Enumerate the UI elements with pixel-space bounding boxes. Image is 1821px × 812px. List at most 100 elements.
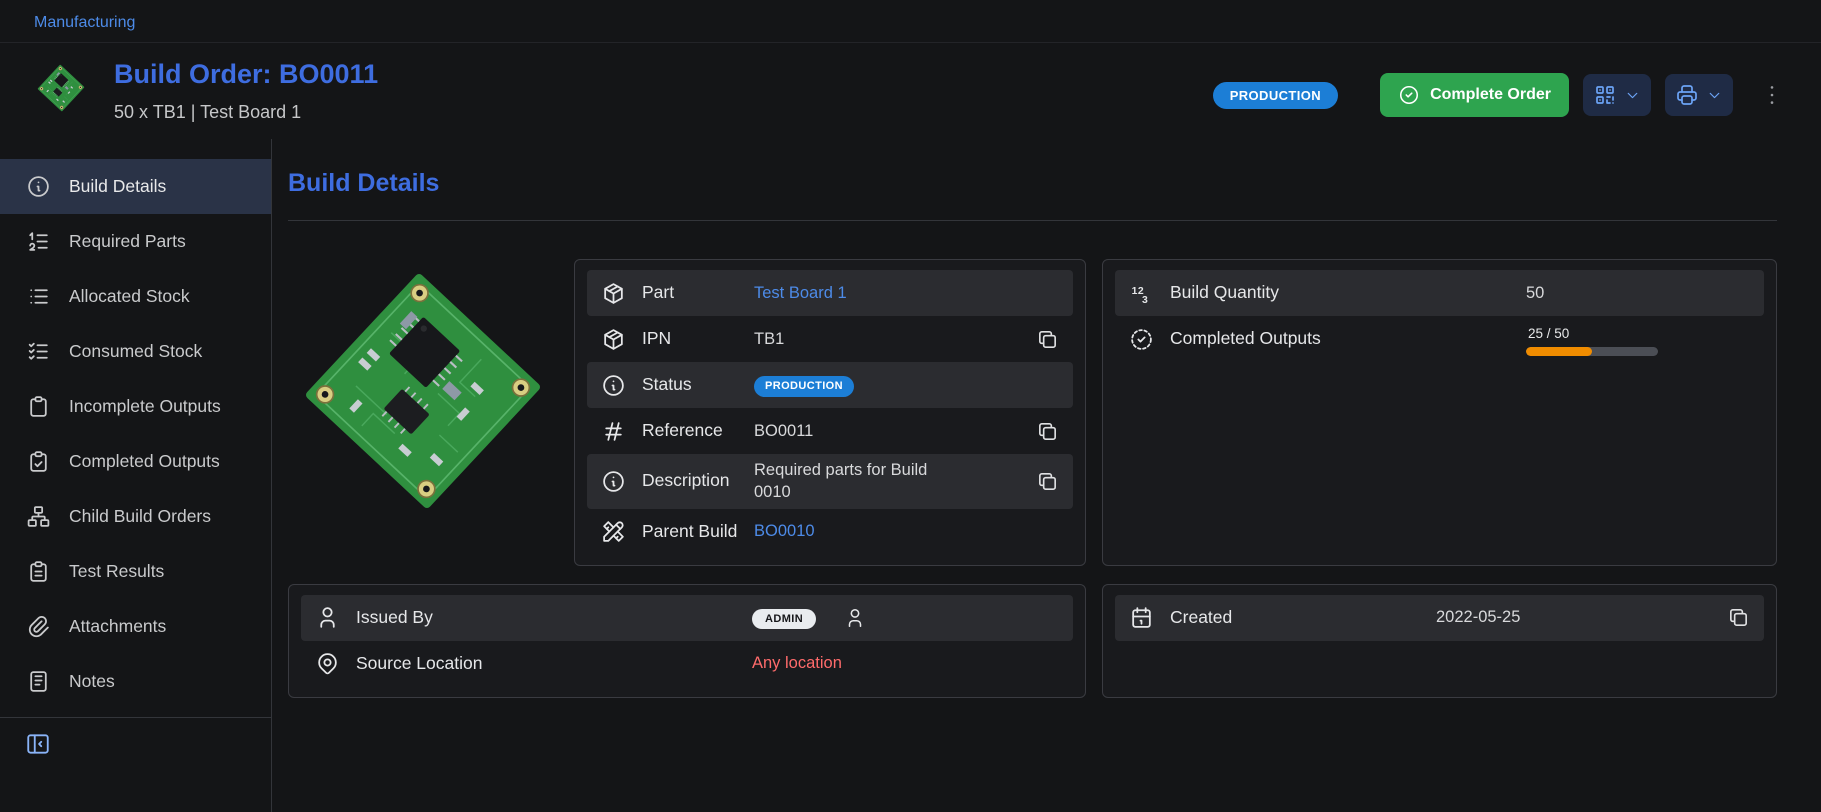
page-subtitle: 50 x TB1 | Test Board 1: [114, 102, 378, 123]
complete-order-label: Complete Order: [1430, 86, 1551, 104]
info-circle-icon: [601, 469, 626, 494]
progress: 25 / 50: [1526, 325, 1658, 356]
part-image[interactable]: [288, 259, 558, 566]
detail-row-source-location: Source Location Any location: [301, 641, 1073, 687]
breadcrumb: Manufacturing: [0, 0, 1821, 43]
copy-button[interactable]: [1036, 328, 1059, 351]
user-icon: [844, 607, 866, 629]
print-actions-button[interactable]: [1665, 74, 1733, 116]
sidebar-item-label: Attachments: [69, 616, 166, 637]
barcode-actions-button[interactable]: [1583, 74, 1651, 116]
sidebar-item-incomplete-outputs[interactable]: Incomplete Outputs: [0, 379, 271, 434]
part-thumbnail[interactable]: [34, 63, 88, 113]
detail-row-ipn: IPN TB1: [587, 316, 1073, 362]
breadcrumb-link-manufacturing[interactable]: Manufacturing: [34, 14, 135, 31]
detail-row-completed-outputs: Completed Outputs25 / 50: [1115, 316, 1764, 362]
detail-row-part: Part Test Board 1: [587, 270, 1073, 316]
quantity-panel: 123 Build Quantity 50 Completed Outputs25 /…: [1102, 259, 1777, 566]
detail-row-parent-build: Parent BuildBO0010: [587, 509, 1073, 555]
row-value: Required parts for Build 0010: [754, 459, 946, 504]
sidebar-item-allocated-stock[interactable]: Allocated Stock: [0, 269, 271, 324]
detail-row-build-quantity: 123 Build Quantity 50: [1115, 270, 1764, 316]
sidebar-item-notes[interactable]: Notes: [0, 654, 271, 709]
row-value-link[interactable]: BO0010: [754, 520, 946, 542]
sidebar-item-consumed-stock[interactable]: Consumed Stock: [0, 324, 271, 379]
list-icon: [26, 284, 51, 309]
page-title: Build Order: BO0011: [114, 59, 378, 90]
row-label: Reference: [642, 419, 738, 443]
row-value: BO0011: [754, 420, 946, 442]
tools-icon: [601, 519, 626, 544]
row-value: PRODUCTION: [754, 373, 946, 397]
copy-button[interactable]: [1036, 470, 1059, 493]
sidebar-collapse-button[interactable]: [25, 731, 51, 757]
sidebar-item-test-results[interactable]: Test Results: [0, 544, 271, 599]
detail-row-issued-by: Issued ByADMIN: [301, 595, 1073, 641]
main-content: Build Details Part Test Board 1 IPN TB1 Stat…: [272, 139, 1821, 812]
created-panel: Created2022-05-25: [1102, 584, 1777, 698]
progress-check-icon: [1129, 327, 1154, 352]
numbers-123-icon: 123: [1129, 281, 1154, 306]
info-circle-icon: [601, 373, 626, 398]
sidebar-item-label: Build Details: [69, 176, 166, 197]
page: Manufacturing Build Order: BO0011 50 x T…: [0, 0, 1821, 812]
detail-row-created: Created2022-05-25: [1115, 595, 1764, 641]
section-heading: Build Details: [288, 169, 1777, 198]
row-label: Source Location: [356, 652, 736, 676]
svg-text:1: 1: [1132, 286, 1138, 297]
row-label: Description: [642, 469, 738, 493]
chevron-down-icon: [1624, 87, 1641, 104]
package-icon: [601, 281, 626, 306]
hash-icon: [601, 419, 626, 444]
complete-order-button[interactable]: Complete Order: [1380, 73, 1569, 117]
row-label: Part: [642, 281, 738, 305]
printer-icon: [1675, 83, 1699, 107]
chevron-down-icon: [1706, 87, 1723, 104]
sidebar-items: Build Details Required Parts Allocated Sto…: [0, 159, 271, 709]
detail-row-reference: Reference BO0011: [587, 408, 1073, 454]
row-value-link[interactable]: Test Board 1: [754, 282, 946, 304]
sidebar-footer: [0, 717, 271, 775]
content-grid: Part Test Board 1 IPN TB1 Status PRODUCTION Re…: [288, 259, 1777, 698]
row-value: 50: [1526, 282, 1750, 304]
sidebar-item-label: Test Results: [69, 561, 164, 582]
status-badge: PRODUCTION: [754, 376, 854, 397]
progress-bar: [1526, 347, 1658, 356]
sidebar-item-label: Required Parts: [69, 231, 186, 252]
row-value: 25 / 50: [1526, 322, 1750, 356]
sidebar-item-label: Notes: [69, 671, 115, 692]
row-value: 2022-05-25: [1436, 606, 1711, 628]
sidebar-item-required-parts[interactable]: Required Parts: [0, 214, 271, 269]
circle-check-icon: [1398, 84, 1420, 106]
copy-button[interactable]: [1036, 420, 1059, 443]
sidebar-item-label: Allocated Stock: [69, 286, 190, 307]
row-label: Status: [642, 373, 738, 397]
list-check-icon: [26, 339, 51, 364]
sidebar-nav: Build Details Required Parts Allocated Sto…: [0, 139, 272, 812]
details-panel: Part Test Board 1 IPN TB1 Status PRODUCTION Re…: [574, 259, 1086, 566]
sidebar-item-completed-outputs[interactable]: Completed Outputs: [0, 434, 271, 489]
clipboard-check-icon: [26, 449, 51, 474]
list-numbers-icon: [26, 229, 51, 254]
svg-text:3: 3: [1142, 294, 1148, 305]
map-pin-icon: [315, 651, 340, 676]
body: Build Details Required Parts Allocated Sto…: [0, 139, 1821, 812]
header-left: Build Order: BO0011 50 x TB1 | Test Boar…: [34, 59, 378, 123]
overflow-menu-button[interactable]: [1759, 82, 1785, 108]
sidebar-item-label: Incomplete Outputs: [69, 396, 221, 417]
user-icon: [315, 605, 340, 630]
header-text: Build Order: BO0011 50 x TB1 | Test Boar…: [114, 59, 378, 123]
progress-label: 25 / 50: [1526, 325, 1658, 343]
row-value: TB1: [754, 328, 946, 350]
row-label: Build Quantity: [1170, 281, 1510, 305]
sidebar-item-build-details[interactable]: Build Details: [0, 159, 271, 214]
status-badge: PRODUCTION: [1213, 82, 1338, 109]
sidebar-item-attachments[interactable]: Attachments: [0, 599, 271, 654]
sidebar-item-label: Child Build Orders: [69, 506, 211, 527]
header-actions: PRODUCTION Complete Order: [1213, 73, 1785, 117]
row-label: Issued By: [356, 606, 736, 630]
sidebar-item-child-build-orders[interactable]: Child Build Orders: [0, 489, 271, 544]
row-value: Any location: [752, 652, 1059, 674]
copy-button[interactable]: [1727, 606, 1750, 629]
row-label: IPN: [642, 327, 738, 351]
